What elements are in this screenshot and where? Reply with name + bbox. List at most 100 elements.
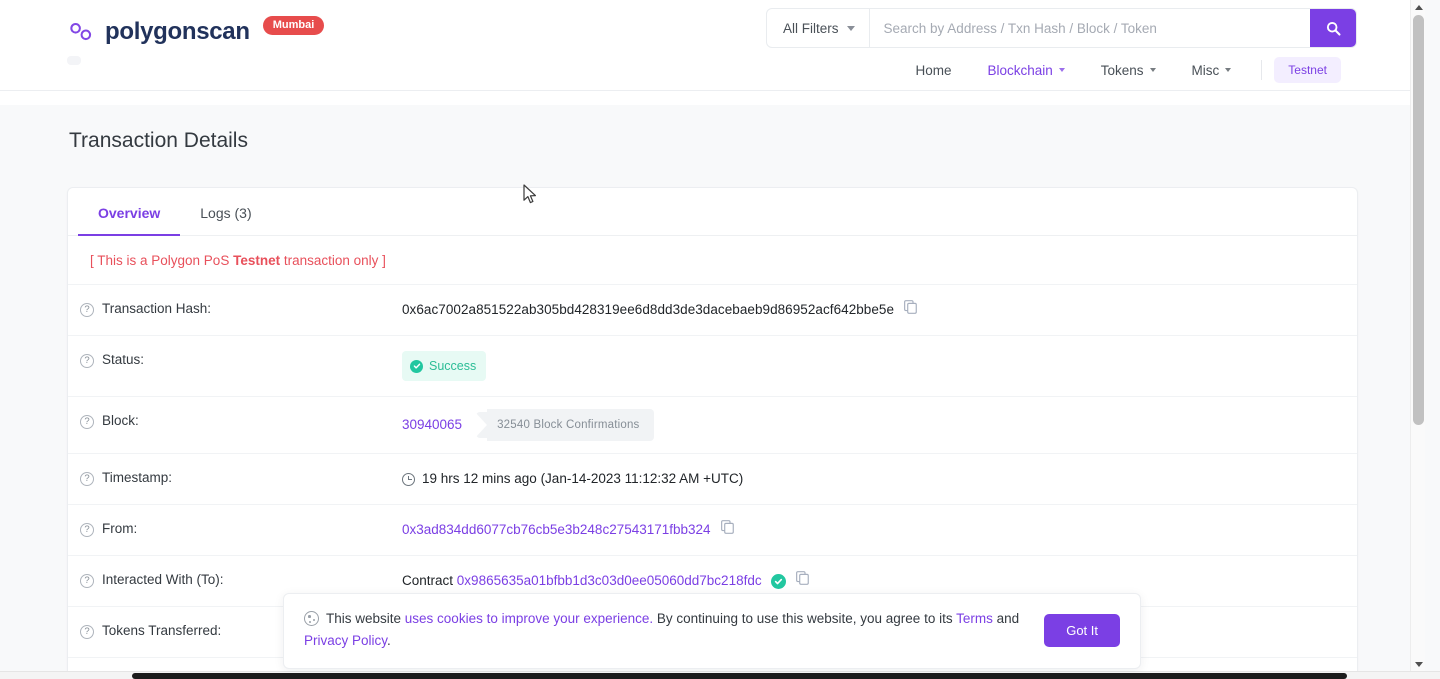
scroll-down-arrow-icon[interactable] bbox=[1411, 657, 1425, 672]
vertical-scrollbar[interactable] bbox=[1410, 0, 1425, 672]
table-row: ? Timestamp: 19 hrs 12 mins ago (Jan-14-… bbox=[68, 454, 1357, 506]
notice-emphasis: Testnet bbox=[233, 253, 281, 269]
contract-address-link[interactable]: 0x9865635a01bfbb1d3c03d0ee05060dd7bc218f… bbox=[457, 571, 762, 591]
label-text: Status: bbox=[102, 352, 145, 368]
tab-bar: Overview Logs (3) bbox=[68, 188, 1357, 237]
cookie-text-4: . bbox=[387, 633, 391, 648]
got-it-button[interactable]: Got It bbox=[1044, 613, 1120, 647]
browser-viewport: polygonscan Mumbai All Filters Search by… bbox=[0, 0, 1440, 679]
nav-label-home: Home bbox=[915, 62, 952, 78]
block-number-link[interactable]: 30940065 bbox=[402, 415, 462, 435]
status-label: Success bbox=[429, 359, 477, 374]
verified-check-icon bbox=[770, 573, 786, 589]
nav-divider bbox=[1261, 60, 1263, 80]
scroll-up-arrow-icon[interactable] bbox=[1411, 0, 1425, 15]
label-text: Tokens Transferred: bbox=[102, 623, 222, 639]
label-text: From: bbox=[102, 521, 138, 537]
cookie-text-1: This website bbox=[326, 611, 405, 626]
label-text: Transaction Hash: bbox=[102, 301, 212, 317]
block-confirmations-pill: 32540 Block Confirmations bbox=[475, 409, 654, 442]
cookie-text-2: By continuing to use this website, you a… bbox=[653, 611, 957, 626]
nav-label-tokens: Tokens bbox=[1100, 62, 1144, 78]
check-circle-icon bbox=[410, 359, 423, 373]
cookie-policy-link[interactable]: uses cookies to improve your experience. bbox=[405, 611, 653, 626]
label-text: Block: bbox=[102, 413, 139, 429]
clock-icon bbox=[402, 472, 415, 486]
site-logo-link[interactable]: polygonscan Mumbai bbox=[67, 15, 325, 46]
row-value-status: Success bbox=[402, 351, 1357, 382]
arrow-notch-icon bbox=[475, 412, 488, 439]
question-mark-icon[interactable]: ? bbox=[80, 354, 94, 369]
row-label-block: ? Block: bbox=[80, 412, 402, 430]
main-nav: Home Blockchain Tokens Misc Testnet bbox=[897, 57, 1341, 83]
site-logo-text: polygonscan bbox=[105, 18, 250, 45]
polygon-logo-icon bbox=[70, 22, 92, 41]
main-content: Transaction Details Overview Logs (3) [ … bbox=[0, 105, 1425, 672]
table-row: ? Block: 30940065 32540 Block Confirmati… bbox=[68, 397, 1357, 455]
search-bar: All Filters bbox=[766, 8, 1357, 48]
timestamp-text: 19 hrs 12 mins ago (Jan-14-2023 11:12:32… bbox=[422, 471, 744, 487]
table-row: ? Transaction Hash: 0x6ac7002a851522ab30… bbox=[68, 285, 1357, 337]
chevron-down-icon bbox=[1149, 68, 1156, 72]
question-mark-icon[interactable]: ? bbox=[80, 523, 94, 538]
txn-hash-value: 0x6ac7002a851522ab305bd428319ee6d8dd3de3… bbox=[402, 302, 895, 318]
nav-item-misc[interactable]: Misc bbox=[1174, 59, 1250, 82]
all-filters-dropdown[interactable]: All Filters bbox=[767, 9, 870, 47]
copy-icon[interactable] bbox=[904, 300, 917, 320]
chevron-down-icon bbox=[846, 25, 855, 31]
cookie-consent-banner: This website uses cookies to improve you… bbox=[283, 593, 1141, 669]
row-label-status: ? Status: bbox=[80, 351, 402, 369]
logo-subtext-placeholder bbox=[67, 56, 81, 65]
page-title: Transaction Details bbox=[69, 129, 248, 153]
search-input[interactable] bbox=[869, 9, 1310, 47]
privacy-policy-link[interactable]: Privacy Policy bbox=[304, 633, 387, 648]
terms-link[interactable]: Terms bbox=[956, 611, 993, 626]
site-header: polygonscan Mumbai All Filters Search by… bbox=[0, 0, 1425, 91]
search-icon bbox=[1326, 21, 1341, 36]
tab-overview[interactable]: Overview bbox=[78, 189, 181, 237]
question-mark-icon[interactable]: ? bbox=[80, 303, 94, 318]
search-button[interactable] bbox=[1310, 9, 1356, 47]
nav-label-blockchain: Blockchain bbox=[987, 62, 1053, 78]
cookie-banner-text: This website uses cookies to improve you… bbox=[304, 608, 1044, 652]
row-value-timestamp: 19 hrs 12 mins ago (Jan-14-2023 11:12:32… bbox=[402, 469, 1357, 489]
copy-icon[interactable] bbox=[795, 571, 809, 591]
page-content: polygonscan Mumbai All Filters Search by… bbox=[0, 0, 1425, 672]
network-badge: Mumbai bbox=[262, 15, 325, 35]
from-address-link[interactable]: 0x3ad834dd6077cb76cb5e3b248c27543171fbb3… bbox=[402, 520, 711, 540]
nav-item-blockchain[interactable]: Blockchain bbox=[969, 59, 1082, 82]
row-value-interacted-with: Contract 0x9865635a01bfbb1d3c03d0ee05060… bbox=[402, 571, 1357, 591]
all-filters-label: All Filters bbox=[783, 20, 839, 36]
tab-logs[interactable]: Logs (3) bbox=[180, 189, 271, 236]
horizontal-scrollbar[interactable] bbox=[0, 671, 1440, 679]
nav-label-misc: Misc bbox=[1191, 62, 1220, 78]
question-mark-icon[interactable]: ? bbox=[80, 415, 94, 430]
chevron-down-icon bbox=[1225, 68, 1232, 72]
status-badge: Success bbox=[402, 351, 487, 382]
nav-item-tokens[interactable]: Tokens bbox=[1083, 59, 1174, 82]
row-label-interacted-with: ? Interacted With (To): bbox=[80, 571, 402, 589]
contract-prefix: Contract bbox=[402, 573, 454, 589]
row-value-from: 0x3ad834dd6077cb76cb5e3b248c27543171fbb3… bbox=[402, 520, 1357, 540]
row-value-txn-hash: 0x6ac7002a851522ab305bd428319ee6d8dd3de3… bbox=[402, 300, 1357, 320]
horizontal-scrollbar-thumb[interactable] bbox=[132, 673, 1347, 679]
notice-suffix: transaction only ] bbox=[280, 253, 386, 269]
question-mark-icon[interactable]: ? bbox=[80, 472, 94, 487]
label-text: Interacted With (To): bbox=[102, 572, 224, 588]
tab-logs-label: Logs (3) bbox=[200, 205, 252, 222]
question-mark-icon[interactable]: ? bbox=[80, 625, 94, 640]
table-row: ? Status: Success bbox=[68, 336, 1357, 398]
cookie-text-3: and bbox=[992, 611, 1020, 626]
tab-overview-label: Overview bbox=[98, 205, 161, 222]
network-selector[interactable]: Testnet bbox=[1274, 57, 1341, 83]
cookie-icon bbox=[304, 611, 319, 626]
row-label-timestamp: ? Timestamp: bbox=[80, 469, 402, 487]
copy-icon[interactable] bbox=[720, 520, 734, 540]
question-mark-icon[interactable]: ? bbox=[80, 574, 94, 589]
table-row: ? From: 0x3ad834dd6077cb76cb5e3b248c2754… bbox=[68, 505, 1357, 557]
notice-prefix: [ This is a Polygon PoS bbox=[90, 253, 234, 269]
nav-item-home[interactable]: Home bbox=[897, 59, 969, 82]
block-confirmations-text: 32540 Block Confirmations bbox=[487, 409, 654, 442]
vertical-scrollbar-thumb[interactable] bbox=[1413, 15, 1424, 425]
row-label-txn-hash: ? Transaction Hash: bbox=[80, 300, 402, 318]
